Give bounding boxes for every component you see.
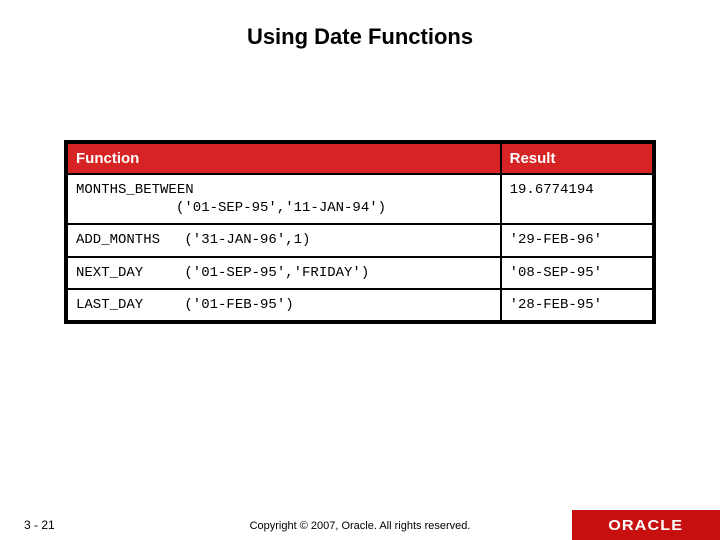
fn-name: NEXT_DAY — [76, 264, 176, 282]
slide-footer: 3 - 21 Copyright © 2007, Oracle. All rig… — [0, 504, 720, 540]
cell-result: '28-FEB-95' — [501, 289, 653, 321]
cell-function: NEXT_DAY ('01-SEP-95','FRIDAY') — [67, 257, 501, 289]
cell-function: MONTHS_BETWEEN ('01-SEP-95','11-JAN-94') — [67, 174, 501, 224]
oracle-logo-bar: ORACLE — [572, 510, 720, 540]
oracle-logo: ORACLE — [609, 517, 684, 534]
cell-result: '08-SEP-95' — [501, 257, 653, 289]
fn-name: LAST_DAY — [76, 296, 176, 314]
fn-args: ('01-SEP-95','11-JAN-94') — [76, 199, 492, 217]
fn-args: ('31-JAN-96',1) — [184, 232, 310, 248]
cell-result: '29-FEB-96' — [501, 224, 653, 256]
table-row: NEXT_DAY ('01-SEP-95','FRIDAY') '08-SEP-… — [67, 257, 653, 289]
col-header-result: Result — [501, 143, 653, 174]
table-header-row: Function Result — [67, 143, 653, 174]
fn-args: ('01-SEP-95','FRIDAY') — [184, 265, 369, 281]
table-row: ADD_MONTHS ('31-JAN-96',1) '29-FEB-96' — [67, 224, 653, 256]
cell-function: ADD_MONTHS ('31-JAN-96',1) — [67, 224, 501, 256]
col-header-function: Function — [67, 143, 501, 174]
fn-name: ADD_MONTHS — [76, 231, 176, 249]
fn-args: ('01-FEB-95') — [184, 297, 293, 313]
cell-result: 19.6774194 — [501, 174, 653, 224]
table-row: MONTHS_BETWEEN ('01-SEP-95','11-JAN-94')… — [67, 174, 653, 224]
date-functions-table: Function Result MONTHS_BETWEEN ('01-SEP-… — [64, 140, 656, 324]
fn-name: MONTHS_BETWEEN — [76, 181, 194, 199]
slide: Using Date Functions Function Result MON… — [0, 0, 720, 540]
cell-function: LAST_DAY ('01-FEB-95') — [67, 289, 501, 321]
table-row: LAST_DAY ('01-FEB-95') '28-FEB-95' — [67, 289, 653, 321]
page-title: Using Date Functions — [0, 24, 720, 50]
data-table: Function Result MONTHS_BETWEEN ('01-SEP-… — [66, 142, 654, 322]
